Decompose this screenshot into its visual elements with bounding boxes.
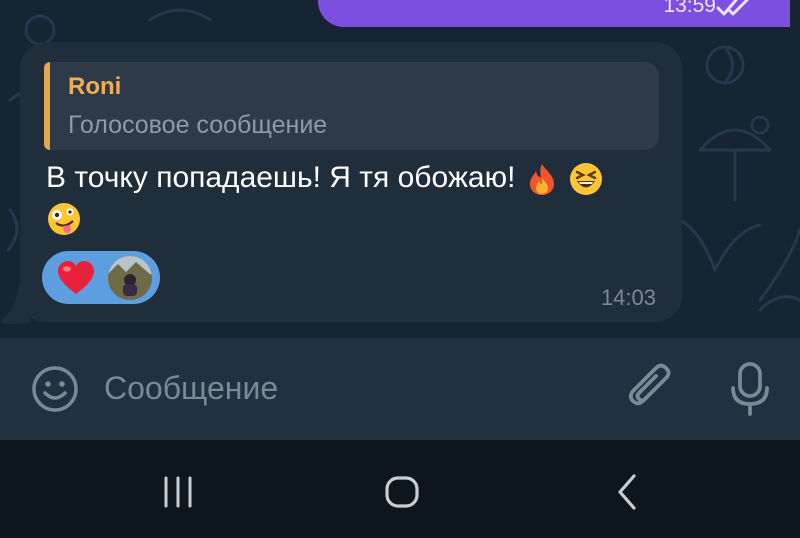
message-body: В точку попадаешь! Я тя обожаю! xyxy=(46,161,516,194)
double-check-icon xyxy=(716,0,749,16)
reply-author: Roni xyxy=(68,73,122,100)
avatar[interactable] xyxy=(108,256,152,300)
outgoing-message-time: 13:59 xyxy=(663,0,716,17)
reply-quote[interactable]: Roni Голосовое сообщение xyxy=(44,62,659,150)
message-time: 14:03 xyxy=(600,285,656,310)
zany-face-emoji xyxy=(46,201,82,237)
incoming-message-bubble[interactable]: Roni Голосовое сообщение В точку попадае… xyxy=(20,42,682,322)
attach-icon[interactable] xyxy=(624,362,678,418)
reply-preview-text: Голосовое сообщение xyxy=(68,111,328,139)
message-text: В точку попадаешь! Я тя обожаю! xyxy=(46,158,666,238)
fire-emoji xyxy=(524,161,560,197)
bubble-tail xyxy=(0,250,30,324)
outgoing-message-bubble[interactable]: 13:59 xyxy=(318,0,790,27)
emoji-icon[interactable] xyxy=(30,364,80,414)
reply-accent-bar xyxy=(44,62,50,150)
microphone-icon[interactable] xyxy=(726,360,774,418)
heart-emoji xyxy=(58,261,94,294)
laughing-squint-emoji xyxy=(568,161,604,197)
reaction-chip[interactable] xyxy=(42,251,160,304)
home-icon[interactable] xyxy=(382,472,422,512)
message-composer: Сообщение xyxy=(0,338,800,440)
message-input[interactable]: Сообщение xyxy=(104,370,278,407)
recent-apps-icon[interactable] xyxy=(158,474,198,510)
system-navigation-bar xyxy=(0,440,800,538)
back-icon[interactable] xyxy=(610,472,642,512)
chat-area[interactable]: 13:59 Roni Голосовое сообщение В точку п… xyxy=(0,0,800,338)
